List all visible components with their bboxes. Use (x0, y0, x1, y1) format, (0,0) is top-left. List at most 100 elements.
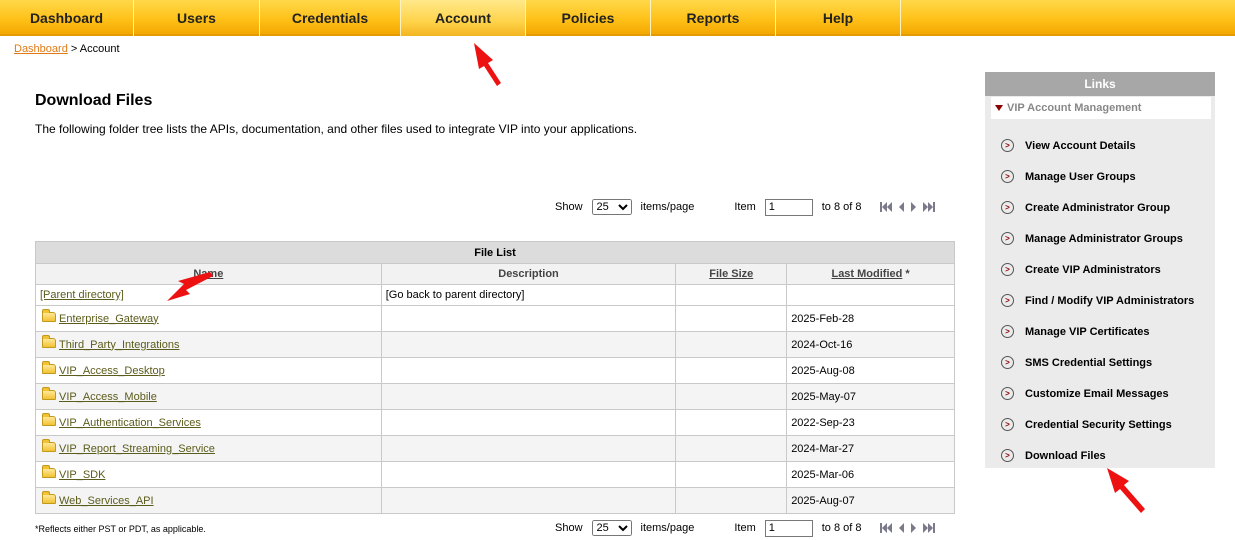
last-page-icon[interactable] (922, 523, 935, 533)
item-number-input[interactable] (764, 519, 813, 537)
items-per-page-label: items/page (640, 522, 695, 534)
cell-file-size (675, 461, 788, 488)
folder-icon (42, 334, 56, 348)
folder-icon (42, 464, 56, 478)
circle-arrow-icon: > (1001, 232, 1014, 245)
cell-last-modified: 2022-Sep-23 (786, 409, 955, 436)
parent-directory-link[interactable]: [Parent directory] (40, 289, 124, 301)
folder-icon (42, 412, 56, 426)
folder-link[interactable]: VIP_Access_Mobile (59, 391, 157, 403)
table-row: VIP_Access_Desktop 2025-Aug-08 (35, 357, 955, 384)
link-create-vip-administrators[interactable]: > Create VIP Administrators (985, 254, 1215, 285)
link-create-administrator-group[interactable]: > Create Administrator Group (985, 192, 1215, 223)
items-per-page-label: items/page (640, 201, 695, 213)
circle-arrow-icon: > (1001, 263, 1014, 276)
table-row: Enterprise_Gateway 2025-Feb-28 (35, 305, 955, 332)
next-page-icon[interactable] (910, 202, 916, 212)
link-manage-user-groups[interactable]: > Manage User Groups (985, 161, 1215, 192)
circle-arrow-icon: > (1001, 325, 1014, 338)
link-sms-credential-settings[interactable]: > SMS Credential Settings (985, 347, 1215, 378)
page-size-select[interactable]: 25 (591, 199, 632, 215)
column-header-last-modified[interactable]: Last Modified * (786, 263, 955, 285)
cell-file-size (675, 383, 788, 410)
expand-triangle-icon (995, 105, 1003, 111)
folder-link[interactable]: VIP_Access_Desktop (59, 365, 165, 377)
prev-page-icon[interactable] (898, 202, 904, 212)
nav-tab-policies[interactable]: Policies (526, 0, 651, 36)
column-header-description: Description (380, 263, 677, 285)
folder-icon (42, 438, 56, 452)
folder-link[interactable]: Web_Services_API (59, 495, 154, 507)
last-page-icon[interactable] (922, 202, 935, 212)
cell-file-size (675, 487, 788, 514)
link-manage-vip-certificates[interactable]: > Manage VIP Certificates (985, 316, 1215, 347)
top-nav: Dashboard Users Credentials Account Poli… (0, 0, 1235, 36)
cell-last-modified: 2025-Mar-06 (786, 461, 955, 488)
cell-last-modified: 2025-Aug-08 (786, 357, 955, 384)
nav-tab-account[interactable]: Account (401, 0, 526, 36)
folder-link[interactable]: VIP_Authentication_Services (59, 417, 201, 429)
nav-tab-credentials[interactable]: Credentials (260, 0, 401, 36)
cell-description (380, 331, 677, 358)
breadcrumb-dashboard-link[interactable]: Dashboard (14, 43, 68, 55)
folder-icon (42, 360, 56, 374)
page-size-select[interactable]: 25 (591, 520, 632, 536)
first-page-icon[interactable] (879, 202, 892, 212)
pager-show-label: Show (555, 522, 583, 534)
prev-page-icon[interactable] (898, 523, 904, 533)
nav-tab-help[interactable]: Help (776, 0, 901, 36)
pager-range-text: to 8 of 8 (821, 522, 862, 534)
red-arrow-icon (474, 43, 501, 86)
cell-file-size (675, 331, 788, 358)
circle-arrow-icon: > (1001, 418, 1014, 431)
pager-top: Show 25 items/page Item to 8 of 8 (555, 198, 935, 216)
pager-show-label: Show (555, 201, 583, 213)
first-page-icon[interactable] (879, 523, 892, 533)
red-arrow-icon (167, 272, 213, 301)
nav-tab-reports[interactable]: Reports (651, 0, 776, 36)
folder-link[interactable]: Enterprise_Gateway (59, 313, 159, 325)
circle-arrow-icon: > (1001, 139, 1014, 152)
nav-tab-users[interactable]: Users (134, 0, 260, 36)
timezone-footnote: *Reflects either PST or PDT, as applicab… (35, 524, 206, 534)
cell-last-modified: 2025-May-07 (786, 383, 955, 410)
table-row: VIP_Report_Streaming_Service 2024-Mar-27 (35, 435, 955, 462)
cell-last-modified: 2025-Feb-28 (786, 305, 955, 332)
pager-item-label: Item (734, 201, 756, 213)
folder-link[interactable]: VIP_Report_Streaming_Service (59, 443, 215, 455)
cell-description (380, 435, 677, 462)
column-header-file-size[interactable]: File Size (675, 263, 788, 285)
pager-item-label: Item (734, 522, 756, 534)
folder-icon (42, 490, 56, 504)
link-manage-administrator-groups[interactable]: > Manage Administrator Groups (985, 223, 1215, 254)
folder-link[interactable]: VIP_SDK (59, 469, 105, 481)
cell-description (380, 487, 677, 514)
cell-file-size (675, 305, 788, 332)
circle-arrow-icon: > (1001, 201, 1014, 214)
red-arrow-icon (1107, 468, 1145, 513)
circle-arrow-icon: > (1001, 170, 1014, 183)
cell-description (380, 305, 677, 332)
table-row: VIP_Authentication_Services 2022-Sep-23 (35, 409, 955, 436)
cell-last-modified: 2024-Mar-27 (786, 435, 955, 462)
breadcrumb-current: Account (79, 43, 120, 55)
next-page-icon[interactable] (910, 523, 916, 533)
links-header: Links (985, 72, 1215, 96)
link-credential-security-settings[interactable]: > Credential Security Settings (985, 409, 1215, 440)
cell-file-size (675, 357, 788, 384)
page-title: Download Files (35, 92, 153, 109)
item-number-input[interactable] (764, 198, 813, 216)
links-section-vip-account-management[interactable]: VIP Account Management (991, 97, 1211, 119)
folder-link[interactable]: Third_Party_Integrations (59, 339, 179, 351)
link-customize-email-messages[interactable]: > Customize Email Messages (985, 378, 1215, 409)
link-view-account-details[interactable]: > View Account Details (985, 130, 1215, 161)
page-description: The following folder tree lists the APIs… (35, 122, 638, 136)
link-download-files[interactable]: > Download Files (985, 440, 1215, 471)
circle-arrow-icon: > (1001, 449, 1014, 462)
table-row: Third_Party_Integrations 2024-Oct-16 (35, 331, 955, 358)
nav-tab-dashboard[interactable]: Dashboard (0, 0, 134, 36)
table-row: Web_Services_API 2025-Aug-07 (35, 487, 955, 514)
link-find-modify-vip-administrators[interactable]: > Find / Modify VIP Administrators (985, 285, 1215, 316)
circle-arrow-icon: > (1001, 387, 1014, 400)
cell-description (380, 461, 677, 488)
